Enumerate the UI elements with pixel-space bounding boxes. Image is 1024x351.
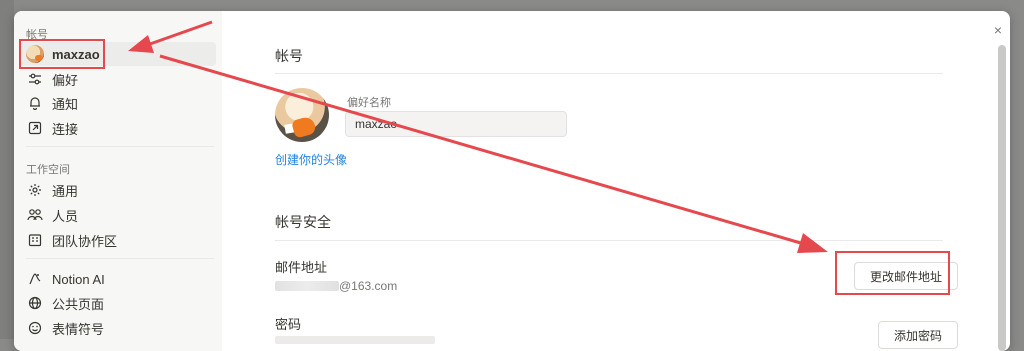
scrollbar-thumb[interactable] bbox=[998, 45, 1006, 351]
heading-divider bbox=[275, 240, 943, 241]
sidebar-item-label: Notion AI bbox=[52, 271, 105, 287]
sidebar-item-label: 人员 bbox=[52, 208, 79, 224]
security-heading: 帐号安全 bbox=[275, 214, 331, 230]
scrollbar[interactable] bbox=[998, 45, 1006, 351]
sidebar-item-people[interactable]: 人员 bbox=[20, 203, 216, 227]
email-redacted bbox=[275, 281, 339, 291]
backdrop bbox=[0, 0, 14, 339]
email-domain: @163.com bbox=[339, 279, 398, 293]
sidebar-item-label: 通知 bbox=[52, 96, 79, 112]
sliders-icon bbox=[26, 70, 44, 88]
sidebar-section-workspace: 工作空间 bbox=[26, 164, 70, 176]
sidebar-item-connections[interactable]: 连接 bbox=[20, 116, 216, 140]
account-heading: 帐号 bbox=[275, 48, 303, 64]
sidebar-section-account: 帐号 bbox=[26, 29, 48, 41]
preferred-name-label: 偏好名称 bbox=[347, 97, 391, 109]
sidebar-item-teamspaces[interactable]: 团队协作区 bbox=[20, 228, 216, 252]
email-label: 邮件地址 bbox=[275, 260, 328, 275]
sidebar-item-preferences[interactable]: 偏好 bbox=[20, 67, 216, 91]
sidebar-item-label: 公共页面 bbox=[52, 296, 105, 312]
sidebar-item-emoji[interactable]: 表情符号 bbox=[20, 316, 216, 340]
sidebar-divider bbox=[26, 146, 214, 147]
sidebar-item-general[interactable]: 通用 bbox=[20, 178, 216, 202]
profile-avatar[interactable] bbox=[275, 88, 329, 142]
sidebar-item-notion-ai[interactable]: Notion AI bbox=[20, 267, 216, 291]
sidebar-item-label: maxzao bbox=[52, 46, 100, 62]
sidebar-item-profile[interactable]: maxzao bbox=[20, 42, 216, 66]
sidebar-divider bbox=[26, 258, 214, 259]
change-email-button[interactable]: 更改邮件地址 bbox=[854, 262, 958, 290]
sidebar-item-label: 团队协作区 bbox=[52, 233, 118, 249]
sidebar-item-label: 偏好 bbox=[52, 72, 79, 88]
gear-icon bbox=[26, 181, 44, 199]
settings-main: 帐号 偏好名称 创建你的头像 帐号安全 邮件地址 @163.com 更改邮件地址… bbox=[222, 11, 1010, 351]
globe-icon bbox=[26, 294, 44, 312]
user-avatar-icon bbox=[26, 45, 44, 63]
sidebar-item-public-pages[interactable]: 公共页面 bbox=[20, 291, 216, 315]
people-icon bbox=[26, 206, 44, 224]
create-avatar-link[interactable]: 创建你的头像 bbox=[275, 151, 347, 168]
smile-icon bbox=[26, 319, 44, 337]
password-description bbox=[275, 336, 435, 344]
add-password-button[interactable]: 添加密码 bbox=[878, 321, 958, 349]
sidebar-item-notifications[interactable]: 通知 bbox=[20, 91, 216, 115]
settings-sidebar: 帐号 maxzao 偏好 通知 连接 工作空间 通用 人员 团队协作区 Noti… bbox=[14, 11, 222, 351]
bell-icon bbox=[26, 94, 44, 112]
external-link-icon bbox=[26, 119, 44, 137]
preferred-name-input[interactable] bbox=[345, 111, 567, 137]
building-icon bbox=[26, 231, 44, 249]
close-icon[interactable]: × bbox=[994, 22, 1002, 38]
settings-modal: 帐号 maxzao 偏好 通知 连接 工作空间 通用 人员 团队协作区 Noti… bbox=[14, 11, 1010, 351]
password-label: 密码 bbox=[275, 317, 302, 332]
heading-divider bbox=[275, 73, 943, 74]
sidebar-item-label: 通用 bbox=[52, 183, 79, 199]
sidebar-item-label: 连接 bbox=[52, 121, 79, 137]
notion-ai-icon bbox=[26, 270, 44, 288]
sidebar-item-label: 表情符号 bbox=[52, 321, 105, 337]
